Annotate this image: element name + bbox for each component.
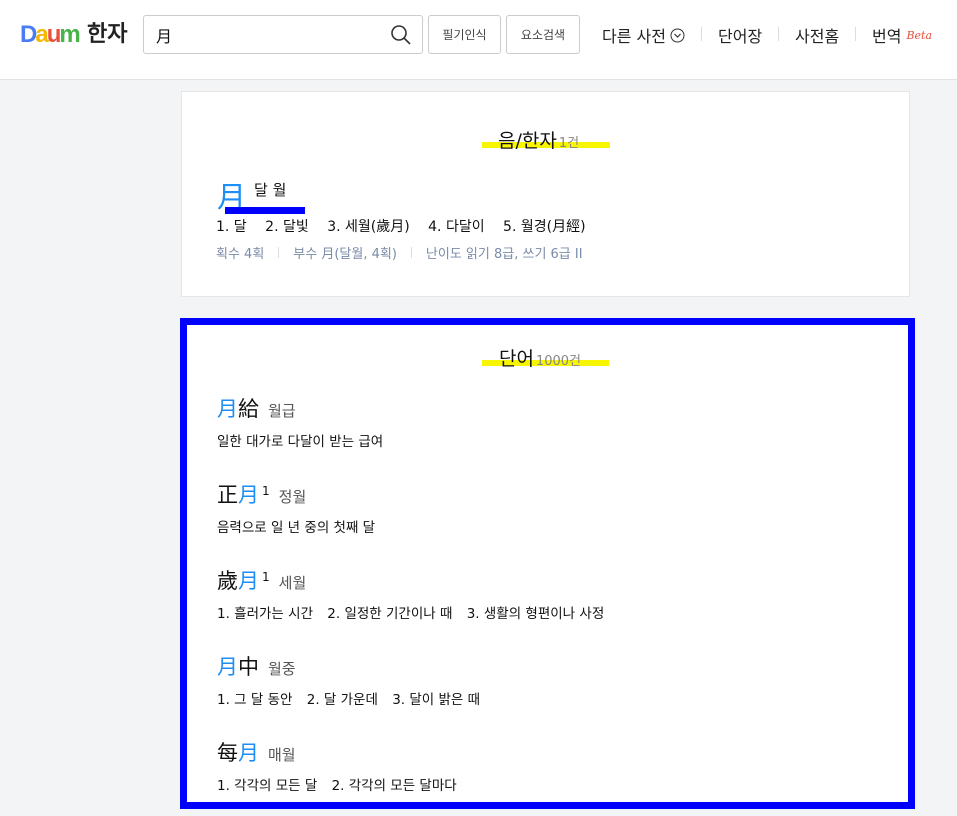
result-count: 1000건: [535, 354, 582, 369]
top-bar: Daum 한자 필기인식 요소검색 다른 사전 단어장 사전홈 번역 Beta: [0, 0, 957, 80]
other-dict-label: 다른 사전: [602, 27, 666, 46]
hanja-meanings: 1. 달 2. 달빛 3. 세월(歲月) 4. 다달이 5. 월경(月經): [216, 216, 600, 236]
service-title[interactable]: 한자: [87, 20, 127, 50]
translate-label: 번역: [872, 27, 902, 46]
daum-logo[interactable]: Daum: [20, 21, 81, 48]
word-reading: 월급: [268, 402, 296, 420]
word-hanja-char[interactable]: 月: [238, 737, 259, 767]
search-box: [143, 15, 423, 54]
homonym-number: 1: [262, 570, 270, 584]
word-hanja-char[interactable]: 月: [238, 479, 259, 509]
divider: [778, 27, 779, 41]
word-definition: 2. 일정한 기간이나 때: [327, 606, 453, 622]
stroke-count: 획수 4획: [216, 247, 265, 262]
word-reading: 세월: [278, 574, 307, 592]
other-dict-menu[interactable]: 다른 사전: [602, 22, 685, 48]
dict-home-link[interactable]: 사전홈: [795, 22, 839, 48]
element-search-button[interactable]: 요소검색: [506, 15, 580, 54]
word-section-title: 단어 1000건: [499, 344, 581, 371]
word-reading: 매월: [268, 746, 296, 764]
word-reading: 정월: [278, 488, 307, 506]
word-entry: 月給 월급 일한 대가로 다달이 받는 급여: [217, 393, 393, 450]
homonym-number: 1: [262, 484, 270, 498]
word-reading: 월중: [268, 660, 296, 678]
word-definition: 2. 달 가운데: [306, 692, 378, 708]
hanja-reading: 달 월: [254, 181, 287, 199]
radical-link[interactable]: 부수 月(달월, 4획): [293, 243, 397, 262]
word-definition: 1. 흘러가는 시간: [217, 606, 313, 622]
meaning-item: 2. 달빛: [265, 219, 309, 235]
word-hanja-char[interactable]: 歲: [217, 565, 238, 595]
word-hanja-char[interactable]: 每: [217, 737, 238, 767]
meaning-item: 4. 다달이: [428, 219, 485, 235]
logo-letter: u: [46, 21, 62, 48]
word-hanja-char[interactable]: 給: [238, 393, 259, 423]
word-hanja-char[interactable]: 正: [217, 479, 238, 509]
word-entry: 正月1 정월 음력으로 일 년 중의 첫째 달: [217, 479, 385, 536]
section-title-text: 음/한자: [498, 130, 557, 152]
logo-letter: a: [35, 21, 48, 48]
word-entry: 每月 매월 1. 각각의 모든 달 2. 각각의 모든 달마다: [217, 737, 467, 794]
word-definition: 음력으로 일 년 중의 첫째 달: [217, 520, 376, 536]
handwriting-button[interactable]: 필기인식: [428, 15, 501, 54]
word-hanja-char[interactable]: 月: [217, 651, 238, 681]
word-hanja-char[interactable]: 月: [238, 565, 259, 595]
word-entry: 月中 월중 1. 그 달 동안 2. 달 가운데 3. 달이 밝은 때: [217, 651, 490, 708]
wordbook-link[interactable]: 단어장: [718, 22, 762, 48]
chevron-down-icon: [670, 28, 685, 43]
meaning-item: 3. 세월(歲月): [327, 219, 410, 235]
word-hanja-char[interactable]: 月: [217, 393, 238, 423]
word-definition: 3. 생활의 형편이나 사정: [466, 606, 605, 622]
logo-letter: D: [20, 21, 37, 48]
word-hanja-char[interactable]: 中: [238, 651, 259, 681]
word-definition: 2. 각각의 모든 달마다: [331, 778, 457, 794]
word-definition: 일한 대가로 다달이 받는 급여: [217, 434, 384, 450]
result-count: 1건: [558, 136, 580, 151]
beta-badge: Beta: [906, 28, 933, 42]
divider: [278, 247, 280, 258]
word-definition: 1. 각각의 모든 달: [217, 778, 318, 794]
annotation-underline: [225, 207, 305, 214]
logo-letter: m: [59, 21, 80, 48]
meaning-item: 5. 월경(月經): [503, 219, 586, 235]
word-definition: 3. 달이 밝은 때: [392, 692, 481, 708]
section-title-text: 단어: [499, 348, 534, 370]
difficulty-level: 난이도 읽기 8급, 쓰기 6급 II: [425, 247, 583, 262]
search-icon[interactable]: [390, 24, 412, 46]
divider: [701, 27, 702, 41]
hanja-meta: 획수 4획 부수 月(달월, 4획) 난이도 읽기 8급, 쓰기 6급 II: [216, 243, 583, 262]
divider: [855, 27, 856, 41]
meaning-item: 1. 달: [216, 219, 247, 235]
word-definition: 1. 그 달 동안: [217, 692, 293, 708]
search-input[interactable]: [156, 23, 381, 47]
word-entry: 歲月1 세월 1. 흘러가는 시간 2. 일정한 기간이나 때 3. 생활의 형…: [217, 565, 614, 622]
translate-link[interactable]: 번역 Beta: [872, 22, 932, 48]
hanja-result-card: 음/한자 1건 月 달 월 1. 달 2. 달빛 3. 세월(歲月) 4. 다달이…: [181, 91, 910, 297]
hanja-section-title: 음/한자 1건: [498, 126, 579, 153]
divider: [410, 247, 412, 258]
word-result-card: 단어 1000건 月給 월급 일한 대가로 다달이 받는 급여 正月1 정월 음력…: [180, 318, 915, 809]
